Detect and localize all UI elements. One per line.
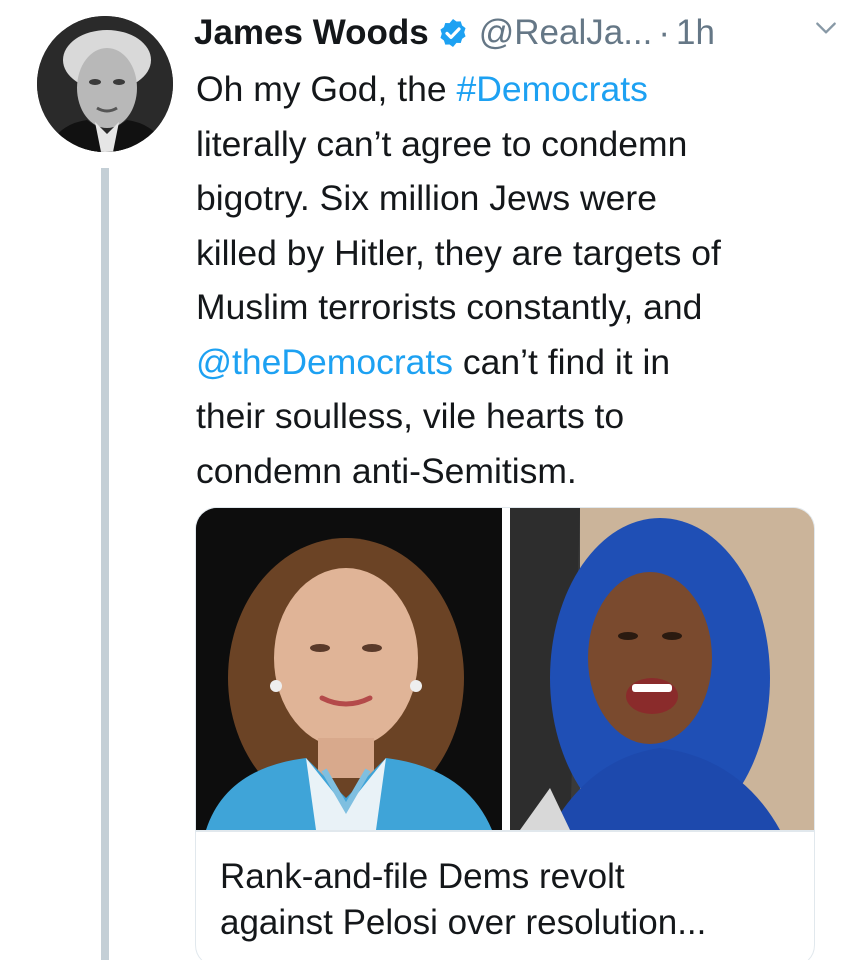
- verified-badge-icon: [437, 17, 469, 49]
- tweet-text-line: bigotry. Six million Jews were: [196, 178, 657, 218]
- card-media: [196, 508, 814, 830]
- thread-line: [101, 168, 109, 960]
- tweet-text-line: their soulless, vile hearts to: [196, 396, 625, 436]
- card-title-line: Rank-and-file Dems revolt: [220, 857, 625, 896]
- card-title-line: against Pelosi over resolution...: [220, 903, 707, 942]
- tweet[interactable]: James Woods @RealJa... · 1h Oh my God, t…: [0, 0, 850, 960]
- tweet-text: Oh my God, the #Democrats literally can’…: [196, 62, 836, 498]
- tweet-text-line: @theDemocrats can’t find it in: [196, 341, 671, 382]
- author-avatar[interactable]: [37, 16, 173, 152]
- tweet-text-line: condemn anti-Semitism.: [196, 450, 577, 491]
- card-divider: [196, 830, 814, 832]
- card-photo-left: [196, 508, 502, 830]
- tweet-timestamp[interactable]: 1h: [676, 13, 715, 53]
- chevron-down-icon[interactable]: [812, 14, 840, 42]
- tweet-text-line: Oh my God, the #Democrats: [196, 69, 648, 109]
- card-title[interactable]: Rank-and-file Dems revolt against Pelosi…: [220, 854, 800, 946]
- tweet-text-line: literally can’t agree to condemn: [196, 123, 688, 164]
- tweet-header: James Woods @RealJa... · 1h: [194, 6, 834, 60]
- card-photo-right: [510, 508, 814, 830]
- author-name[interactable]: James Woods: [194, 13, 429, 53]
- link-card[interactable]: Rank-and-file Dems revolt against Pelosi…: [195, 507, 815, 960]
- avatar-image: [37, 16, 173, 152]
- author-handle[interactable]: @RealJa...: [479, 13, 653, 53]
- tweet-text-line: killed by Hitler, they are targets of: [196, 232, 721, 273]
- tweet-text-line: Muslim terrorists constantly, and: [196, 287, 703, 327]
- mention-link[interactable]: @theDemocrats: [196, 342, 453, 382]
- hashtag-link[interactable]: #Democrats: [456, 69, 647, 109]
- header-separator: ·: [658, 13, 671, 52]
